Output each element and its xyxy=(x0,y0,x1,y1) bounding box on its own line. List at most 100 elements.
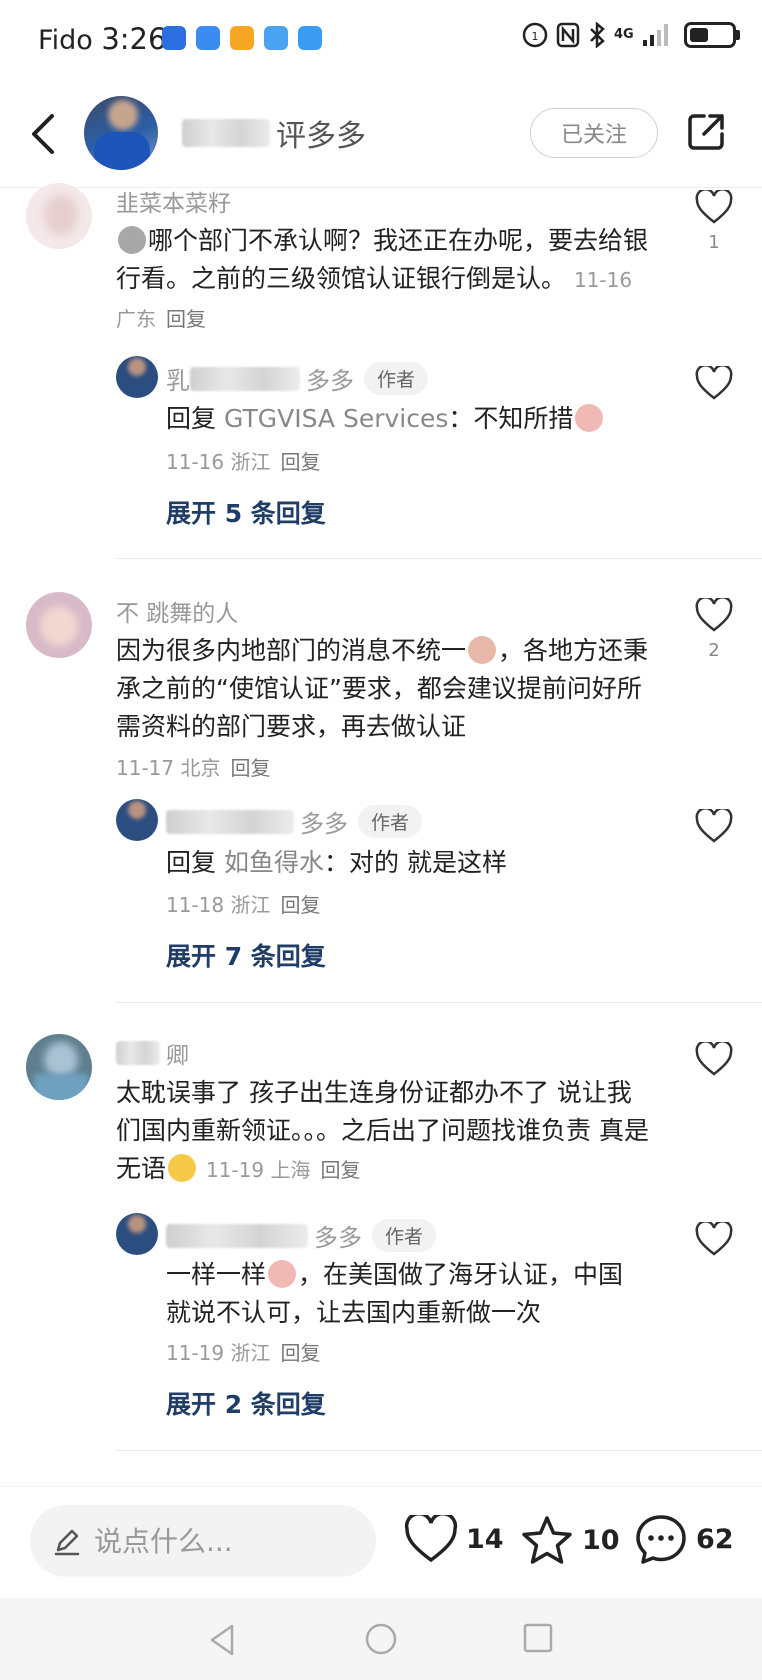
author-avatar[interactable] xyxy=(84,96,158,170)
reply-location: 浙江 xyxy=(230,893,271,917)
reply-author-name[interactable]: 多多 xyxy=(314,1218,362,1253)
pencil-icon xyxy=(54,1529,80,1556)
comment-date: 11-19 xyxy=(205,1158,265,1182)
reply-like-button[interactable] xyxy=(692,1220,736,1260)
emoji-icon xyxy=(268,1260,297,1288)
emoji-icon xyxy=(118,226,146,254)
nfc-icon xyxy=(556,22,580,48)
reply-body: 一样一样 ，在美国做了海牙认证，中国就说不认可，让去国内重新做一次 xyxy=(166,1256,646,1332)
mention-link[interactable]: GTGVISA Services xyxy=(224,404,448,433)
reply-button[interactable]: 回复 xyxy=(230,756,270,780)
favorite-stat[interactable]: 10 xyxy=(520,1515,620,1565)
comment-like-button[interactable] xyxy=(692,1040,736,1080)
comment-input-box[interactable] xyxy=(30,1505,376,1577)
blurred-name-part xyxy=(190,366,300,391)
reply-button[interactable]: 回复 xyxy=(280,893,320,917)
star-icon xyxy=(522,1516,572,1564)
reply-author-name[interactable]: 多多 xyxy=(306,361,354,396)
author-name-visible: 评多多 xyxy=(276,119,366,154)
reply-body: 回复 GTGVISA Services：不知所措 xyxy=(166,400,636,438)
expand-replies-link[interactable]: 展开 2 条回复 xyxy=(166,1385,326,1421)
author-badge: 作者 xyxy=(372,1219,437,1252)
cloud-notification-icon xyxy=(298,26,322,50)
bluetooth-icon xyxy=(590,22,605,48)
clock: 3:26 xyxy=(101,22,167,56)
commenter-avatar[interactable] xyxy=(26,1034,92,1100)
reply-text: 对的 就是这样 xyxy=(349,848,507,877)
heart-icon xyxy=(695,596,733,632)
nav-back-icon[interactable] xyxy=(206,1622,238,1658)
reply-text-start: 一样一样 xyxy=(166,1260,267,1289)
share-button[interactable] xyxy=(684,110,728,154)
blurred-name-part xyxy=(182,119,270,147)
bottom-action-bar: 14 10 62 xyxy=(0,1486,762,1598)
like-stat[interactable]: 14 xyxy=(404,1515,504,1563)
network-type-label: 4G xyxy=(614,27,634,42)
reply-button[interactable]: 回复 xyxy=(320,1158,360,1182)
reply-button[interactable]: 回复 xyxy=(280,450,320,474)
mention-link[interactable]: 如鱼得水 xyxy=(224,848,324,877)
reply-author: 乳 多多 作者 xyxy=(166,361,429,396)
browser-notification-icon xyxy=(264,26,288,50)
reply-author-avatar[interactable] xyxy=(116,799,158,841)
reply-button[interactable]: 回复 xyxy=(280,1341,320,1365)
reply-button[interactable]: 回复 xyxy=(166,307,206,331)
comment-date: 11-16 xyxy=(573,268,633,292)
blurred-name-part xyxy=(166,809,294,834)
comment-input[interactable] xyxy=(94,1524,364,1558)
chat-bubble-icon xyxy=(636,1515,686,1564)
emoji-icon xyxy=(468,636,497,664)
reply-date: 11-18 xyxy=(166,893,225,917)
heart-icon xyxy=(695,807,733,843)
comment-total: 62 xyxy=(696,1523,734,1555)
expand-replies-link[interactable]: 展开 7 条回复 xyxy=(166,937,326,973)
comment-body: 太耽误事了 孩子出生连身份证都办不了 说让我们国内重新领证。。。之后出了问题找谁… xyxy=(116,1074,656,1189)
blurred-name-part xyxy=(166,1223,308,1248)
reply-text: 不知所措 xyxy=(473,404,574,433)
reply-meta: 11-19 浙江 回复 xyxy=(166,1337,320,1366)
emoji-icon xyxy=(575,404,604,432)
reply-location: 浙江 xyxy=(230,450,271,474)
reply-like-button[interactable] xyxy=(692,364,736,404)
nav-home-icon[interactable] xyxy=(364,1622,398,1656)
reply-colon: ： xyxy=(323,848,349,877)
reply-colon: ： xyxy=(448,404,474,433)
commenter-name[interactable]: 不 跳舞的人 xyxy=(116,594,238,628)
reply-author: 多多 作者 xyxy=(166,804,423,839)
reply-author-name[interactable]: 多多 xyxy=(300,804,348,839)
author-badge: 作者 xyxy=(358,805,423,838)
hd-call-icon: 1 xyxy=(522,22,548,48)
commenter-name[interactable]: 卿 xyxy=(166,1036,189,1070)
author-name[interactable]: 评多多 xyxy=(182,116,366,154)
status-carrier-time: Fido 3:26 xyxy=(38,22,166,56)
expand-replies-link[interactable]: 展开 5 条回复 xyxy=(166,494,326,530)
signal-icon xyxy=(642,24,668,46)
reply-meta: 11-16 浙江 回复 xyxy=(166,446,320,475)
heart-icon xyxy=(695,1040,733,1076)
commenter-name[interactable]: 韭菜本菜籽 xyxy=(116,184,231,218)
reply-location: 浙江 xyxy=(230,1341,271,1365)
back-button[interactable] xyxy=(24,108,64,160)
comment-body: 哪个部门不承认啊？我还正在办呢，要去给银行看。之前的三级领馆认证银行倒是认。 1… xyxy=(116,222,656,338)
reply-like-button[interactable] xyxy=(692,807,736,847)
share-icon xyxy=(688,114,724,150)
reply-author-avatar[interactable] xyxy=(116,1213,158,1255)
heart-icon xyxy=(695,364,733,400)
commenter-avatar[interactable] xyxy=(26,592,92,658)
system-icons: 1 4G xyxy=(522,22,740,48)
system-nav-bar xyxy=(0,1598,762,1680)
reply-author-avatar[interactable] xyxy=(116,356,158,398)
nav-recents-icon[interactable] xyxy=(522,1622,554,1654)
mail-notification-icon xyxy=(230,26,254,50)
reply-author: 多多 作者 xyxy=(166,1218,437,1253)
comment-stat[interactable]: 62 xyxy=(634,1513,734,1565)
comment-location: 广东 xyxy=(116,307,156,331)
commenter-avatar[interactable] xyxy=(26,183,92,249)
divider xyxy=(116,558,762,559)
comment-like-button[interactable]: 1 xyxy=(692,188,736,253)
reply-prefix: 回复 xyxy=(166,404,217,433)
like-count: 2 xyxy=(708,640,720,661)
comment-body: 因为很多内地部门的消息不统一 ，各地方还秉承之前的“使馆认证”要求，都会建议提前问… xyxy=(116,632,656,746)
comment-like-button[interactable]: 2 xyxy=(692,596,736,661)
follow-button[interactable]: 已关注 xyxy=(530,108,658,158)
